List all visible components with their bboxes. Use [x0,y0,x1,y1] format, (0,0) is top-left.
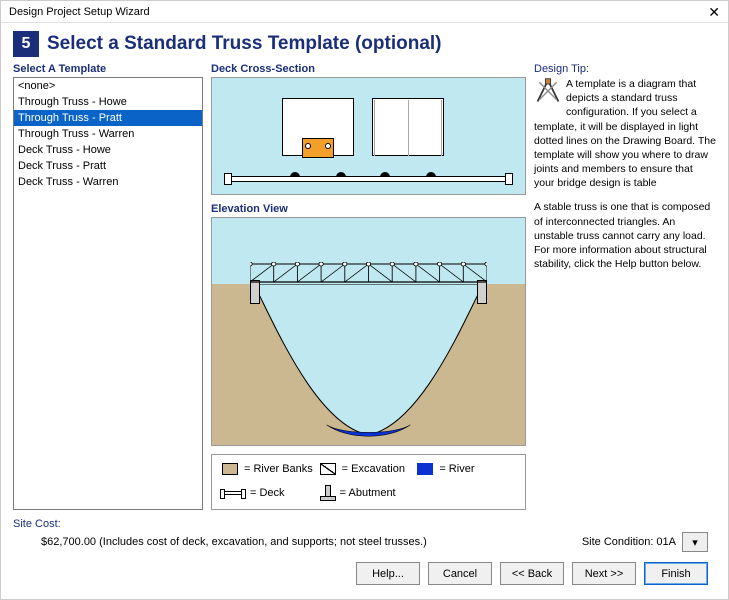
template-option[interactable]: Deck Truss - Pratt [14,158,202,174]
template-option[interactable]: Through Truss - Pratt [14,110,202,126]
template-list-label: Select A Template [13,63,203,75]
site-condition: Site Condition: 01A ▾ [582,532,708,552]
back-button[interactable]: << Back [500,562,564,585]
truck-rear-icon [372,98,444,176]
tip-text: A template is a diagram that depicts a s… [534,77,716,281]
titlebar: Design Project Setup Wizard ✕ [1,1,728,23]
main-columns: Select A Template <none>Through Truss - … [13,63,716,510]
button-row: Help... Cancel << Back Next >> Finish [13,554,716,593]
truck-front-icon [282,98,354,176]
drafting-tools-icon [534,77,562,105]
deck-cross-icon [224,176,513,182]
finish-button[interactable]: Finish [644,562,708,585]
river-swatch-icon [417,463,433,475]
next-button[interactable]: Next >> [572,562,636,585]
legend-banks: = River Banks [222,463,320,475]
template-option[interactable]: Deck Truss - Howe [14,142,202,158]
legend: = River Banks = Excavation = River = Dec… [211,454,526,510]
banks-swatch-icon [222,463,238,475]
legend-abutment: = Abutment [320,485,418,501]
help-button[interactable]: Help... [356,562,420,585]
wizard-window: Design Project Setup Wizard ✕ 5 Select a… [0,0,729,600]
step-number: 5 [13,31,39,57]
content-area: 5 Select a Standard Truss Template (opti… [1,23,728,599]
window-title: Design Project Setup Wizard [9,6,150,18]
template-column: Select A Template <none>Through Truss - … [13,63,203,510]
tip-column: Design Tip: A template is a diagram that… [534,63,716,510]
chevron-down-icon: ▾ [692,536,698,549]
truss-icon [250,262,487,284]
legend-river: = River [417,463,515,475]
preview-column: Deck Cross-Section Elevation View [211,63,526,510]
abutment-symbol-icon [320,485,334,501]
cross-section-label: Deck Cross-Section [211,63,526,75]
legend-excavation: = Excavation [320,463,418,475]
tip-label: Design Tip: [534,63,716,75]
site-condition-label: Site Condition: 01A [582,536,676,548]
template-option[interactable]: Through Truss - Warren [14,126,202,142]
legend-deck: = Deck [222,485,320,501]
excavation-swatch-icon [320,463,336,475]
cancel-button[interactable]: Cancel [428,562,492,585]
cross-section-panel [211,77,526,195]
template-option[interactable]: Through Truss - Howe [14,94,202,110]
site-condition-dropdown[interactable]: ▾ [682,532,708,552]
footer-info-row: $62,700.00 (Includes cost of deck, excav… [13,530,716,554]
elevation-panel [211,217,526,446]
template-listbox[interactable]: <none>Through Truss - HoweThrough Truss … [13,77,203,510]
template-option[interactable]: Deck Truss - Warren [14,174,202,190]
step-title: Select a Standard Truss Template (option… [47,33,442,55]
template-option[interactable]: <none> [14,78,202,94]
close-icon[interactable]: ✕ [708,5,720,19]
step-header: 5 Select a Standard Truss Template (opti… [13,31,716,57]
site-cost-label: Site Cost: [13,518,716,530]
elevation-label: Elevation View [211,203,526,215]
site-cost-text: $62,700.00 (Includes cost of deck, excav… [21,536,572,548]
deck-symbol-icon [222,491,244,495]
